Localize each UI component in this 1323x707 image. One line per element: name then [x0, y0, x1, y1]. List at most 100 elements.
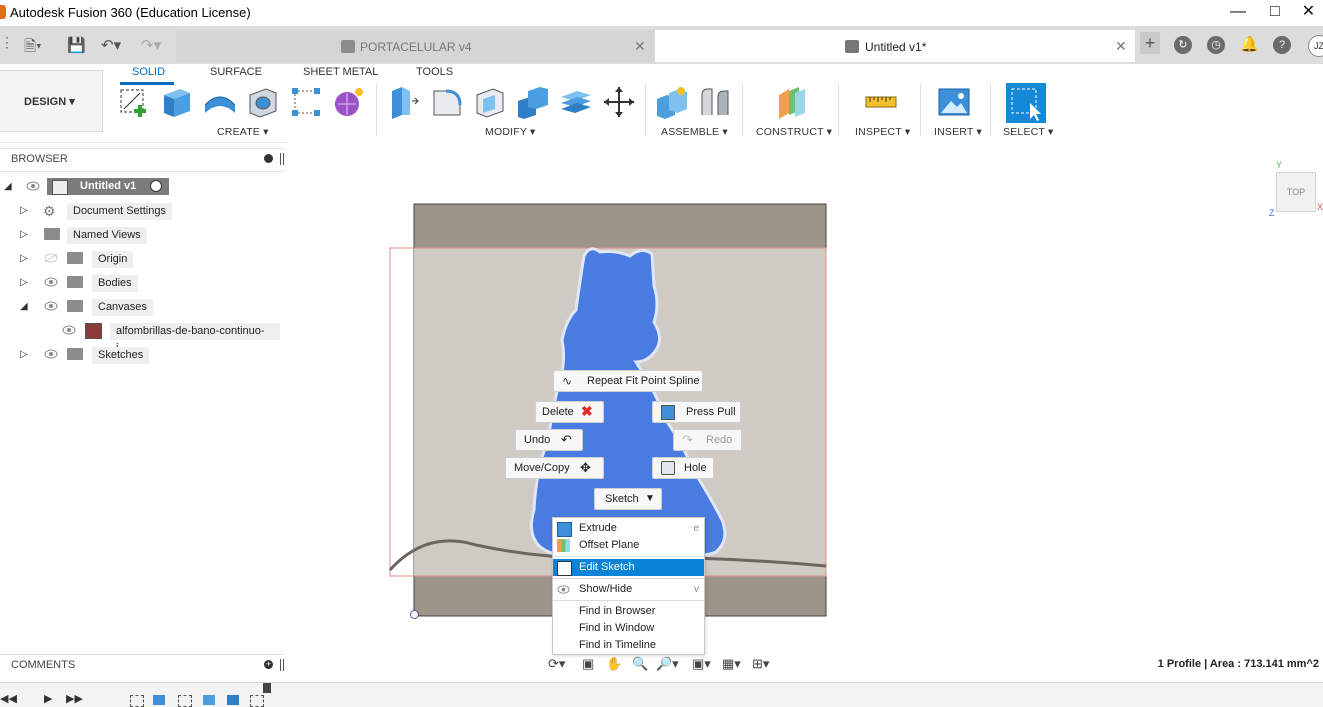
collapsed-triangle-icon[interactable]: ▷: [20, 253, 28, 264]
grid-menu-icon[interactable]: ⋮: [0, 34, 14, 51]
redo-icon[interactable]: ↷▾: [141, 36, 161, 54]
browser-node-origin[interactable]: ▷ Origin: [20, 249, 284, 269]
browser-node-canvas-image[interactable]: alfombrillas-de-bano-continuo-i...: [20, 321, 284, 354]
revolve-icon[interactable]: [203, 85, 237, 119]
combine-icon[interactable]: [516, 85, 550, 119]
timeline-sketch-feature[interactable]: [178, 695, 192, 707]
maximize-button[interactable]: □: [1252, 0, 1298, 26]
measure-icon[interactable]: [864, 85, 898, 119]
timeline-marker[interactable]: [263, 683, 271, 693]
select-group-label[interactable]: SELECT ▾: [1003, 126, 1053, 138]
modify-group-label[interactable]: MODIFY ▾: [485, 126, 535, 138]
tab-solid[interactable]: SOLID: [132, 66, 165, 78]
file-menu-icon[interactable]: 🗎▾: [24, 36, 42, 61]
move-copy-icon[interactable]: [602, 85, 636, 119]
inspect-group-label[interactable]: INSPECT ▾: [855, 126, 910, 138]
panel-resize-handle[interactable]: [280, 153, 284, 165]
timeline-extrude-feature[interactable]: [227, 695, 239, 705]
menu-item-edit-sketch[interactable]: Edit Sketch: [553, 559, 704, 576]
menu-item-find-in-window[interactable]: Find in Window: [553, 620, 704, 637]
notification-bell-icon[interactable]: 🔔: [1240, 36, 1259, 54]
panel-resize-handle[interactable]: [280, 659, 284, 671]
menu-item-extrude[interactable]: Extrude e: [553, 520, 704, 537]
orbit-icon[interactable]: ⟳▾: [548, 656, 565, 672]
tab-surface[interactable]: SURFACE: [210, 66, 262, 78]
fillet-icon[interactable]: [430, 85, 464, 119]
construct-group-label[interactable]: CONSTRUCT ▾: [756, 126, 832, 138]
visibility-eye-icon[interactable]: [44, 349, 58, 359]
collapse-panel-icon[interactable]: [264, 154, 273, 163]
joint-icon[interactable]: [698, 85, 732, 119]
expanded-triangle-icon[interactable]: ◢: [4, 181, 12, 192]
play-icon[interactable]: ▶: [44, 692, 52, 705]
zoom-window-icon[interactable]: 🔎▾: [656, 656, 679, 672]
timeline-sketch-feature[interactable]: [250, 695, 264, 707]
browser-panel-header[interactable]: BROWSER: [0, 148, 284, 172]
create-form-icon[interactable]: [332, 85, 366, 119]
extrude-icon[interactable]: [160, 85, 194, 119]
collapsed-triangle-icon[interactable]: ▷: [20, 205, 28, 216]
close-tab-icon[interactable]: ✕: [634, 38, 646, 55]
menu-item-show-hide[interactable]: Show/Hide v: [553, 581, 704, 598]
activate-radio-icon[interactable]: [150, 180, 162, 192]
collapsed-triangle-icon[interactable]: ▷: [20, 349, 28, 360]
add-comment-icon[interactable]: +: [264, 660, 273, 669]
hidden-eye-icon[interactable]: [44, 253, 58, 263]
user-avatar[interactable]: JZ: [1308, 35, 1323, 57]
undo-button[interactable]: Undo ↶: [515, 429, 583, 451]
menu-item-offset-plane[interactable]: Offset Plane: [553, 537, 704, 554]
hole-icon[interactable]: [246, 85, 280, 119]
close-window-button[interactable]: ✕: [1294, 0, 1323, 26]
menu-item-find-in-browser[interactable]: Find in Browser: [553, 603, 704, 620]
tab-portacelular[interactable]: PORTACELULAR v4 ✕: [176, 30, 654, 62]
browser-node-bodies[interactable]: ▷ Bodies: [20, 273, 284, 293]
tab-untitled[interactable]: Untitled v1* ✕: [655, 30, 1135, 62]
visibility-eye-icon[interactable]: [44, 301, 58, 311]
collapsed-triangle-icon[interactable]: ▷: [20, 229, 28, 240]
workspace-switcher[interactable]: DESIGN ▾: [0, 70, 103, 132]
insert-group-label[interactable]: INSERT ▾: [934, 126, 982, 138]
press-pull-icon[interactable]: [386, 85, 420, 119]
sketch-dropdown-button[interactable]: Sketch ▼: [594, 488, 662, 510]
close-tab-icon[interactable]: ✕: [1115, 38, 1127, 55]
browser-node-sketches[interactable]: ▷ Sketches: [20, 345, 284, 365]
collapsed-triangle-icon[interactable]: ▷: [20, 277, 28, 288]
press-pull-button[interactable]: Press Pull: [652, 401, 741, 423]
visibility-eye-icon[interactable]: [44, 277, 58, 287]
viewcube[interactable]: TOP: [1276, 172, 1316, 212]
display-settings-icon[interactable]: ▣▾: [692, 656, 711, 672]
browser-root-node[interactable]: ◢ Untitled v1: [4, 177, 284, 197]
assemble-group-label[interactable]: ASSEMBLE ▾: [661, 126, 728, 138]
new-tab-button[interactable]: +: [1140, 32, 1160, 54]
go-to-start-icon[interactable]: ◀◀: [0, 692, 17, 705]
visibility-eye-icon[interactable]: [26, 181, 40, 191]
redo-button[interactable]: ↷ Redo: [673, 429, 742, 451]
hole-button[interactable]: Hole: [652, 457, 714, 479]
comments-panel-header[interactable]: COMMENTS +: [0, 654, 284, 677]
tab-tools[interactable]: TOOLS: [416, 66, 453, 78]
delete-button[interactable]: Delete ✖: [535, 401, 604, 423]
step-forward-icon[interactable]: ▶▶: [66, 692, 83, 705]
create-sketch-icon[interactable]: [118, 85, 152, 119]
repeat-fit-point-spline-button[interactable]: ∿ Repeat Fit Point Spline: [553, 370, 703, 392]
timeline-extrude-feature[interactable]: [203, 695, 215, 705]
timeline-sketch-feature[interactable]: [130, 695, 144, 707]
help-icon[interactable]: ?: [1273, 36, 1291, 54]
browser-node-named-views[interactable]: ▷ Named Views: [20, 225, 284, 245]
create-group-label[interactable]: CREATE ▾: [217, 126, 269, 138]
look-at-icon[interactable]: ▣: [582, 656, 594, 672]
new-component-icon[interactable]: [655, 85, 689, 119]
menu-item-find-in-timeline[interactable]: Find in Timeline: [553, 637, 704, 654]
offset-plane-icon[interactable]: [775, 85, 809, 119]
move-copy-button[interactable]: Move/Copy ✥: [505, 457, 604, 479]
offset-face-icon[interactable]: [559, 85, 593, 119]
visibility-eye-icon[interactable]: [62, 325, 76, 335]
grid-settings-icon[interactable]: ▦▾: [722, 656, 741, 672]
shell-icon[interactable]: [473, 85, 507, 119]
pattern-icon[interactable]: [289, 85, 323, 119]
select-tool-icon[interactable]: [1006, 83, 1046, 123]
viewports-icon[interactable]: ⊞▾: [752, 656, 769, 672]
clock-icon[interactable]: ◷: [1207, 36, 1225, 54]
browser-node-canvases[interactable]: ◢ Canvases: [20, 297, 284, 317]
job-status-icon[interactable]: ↻: [1174, 36, 1192, 54]
